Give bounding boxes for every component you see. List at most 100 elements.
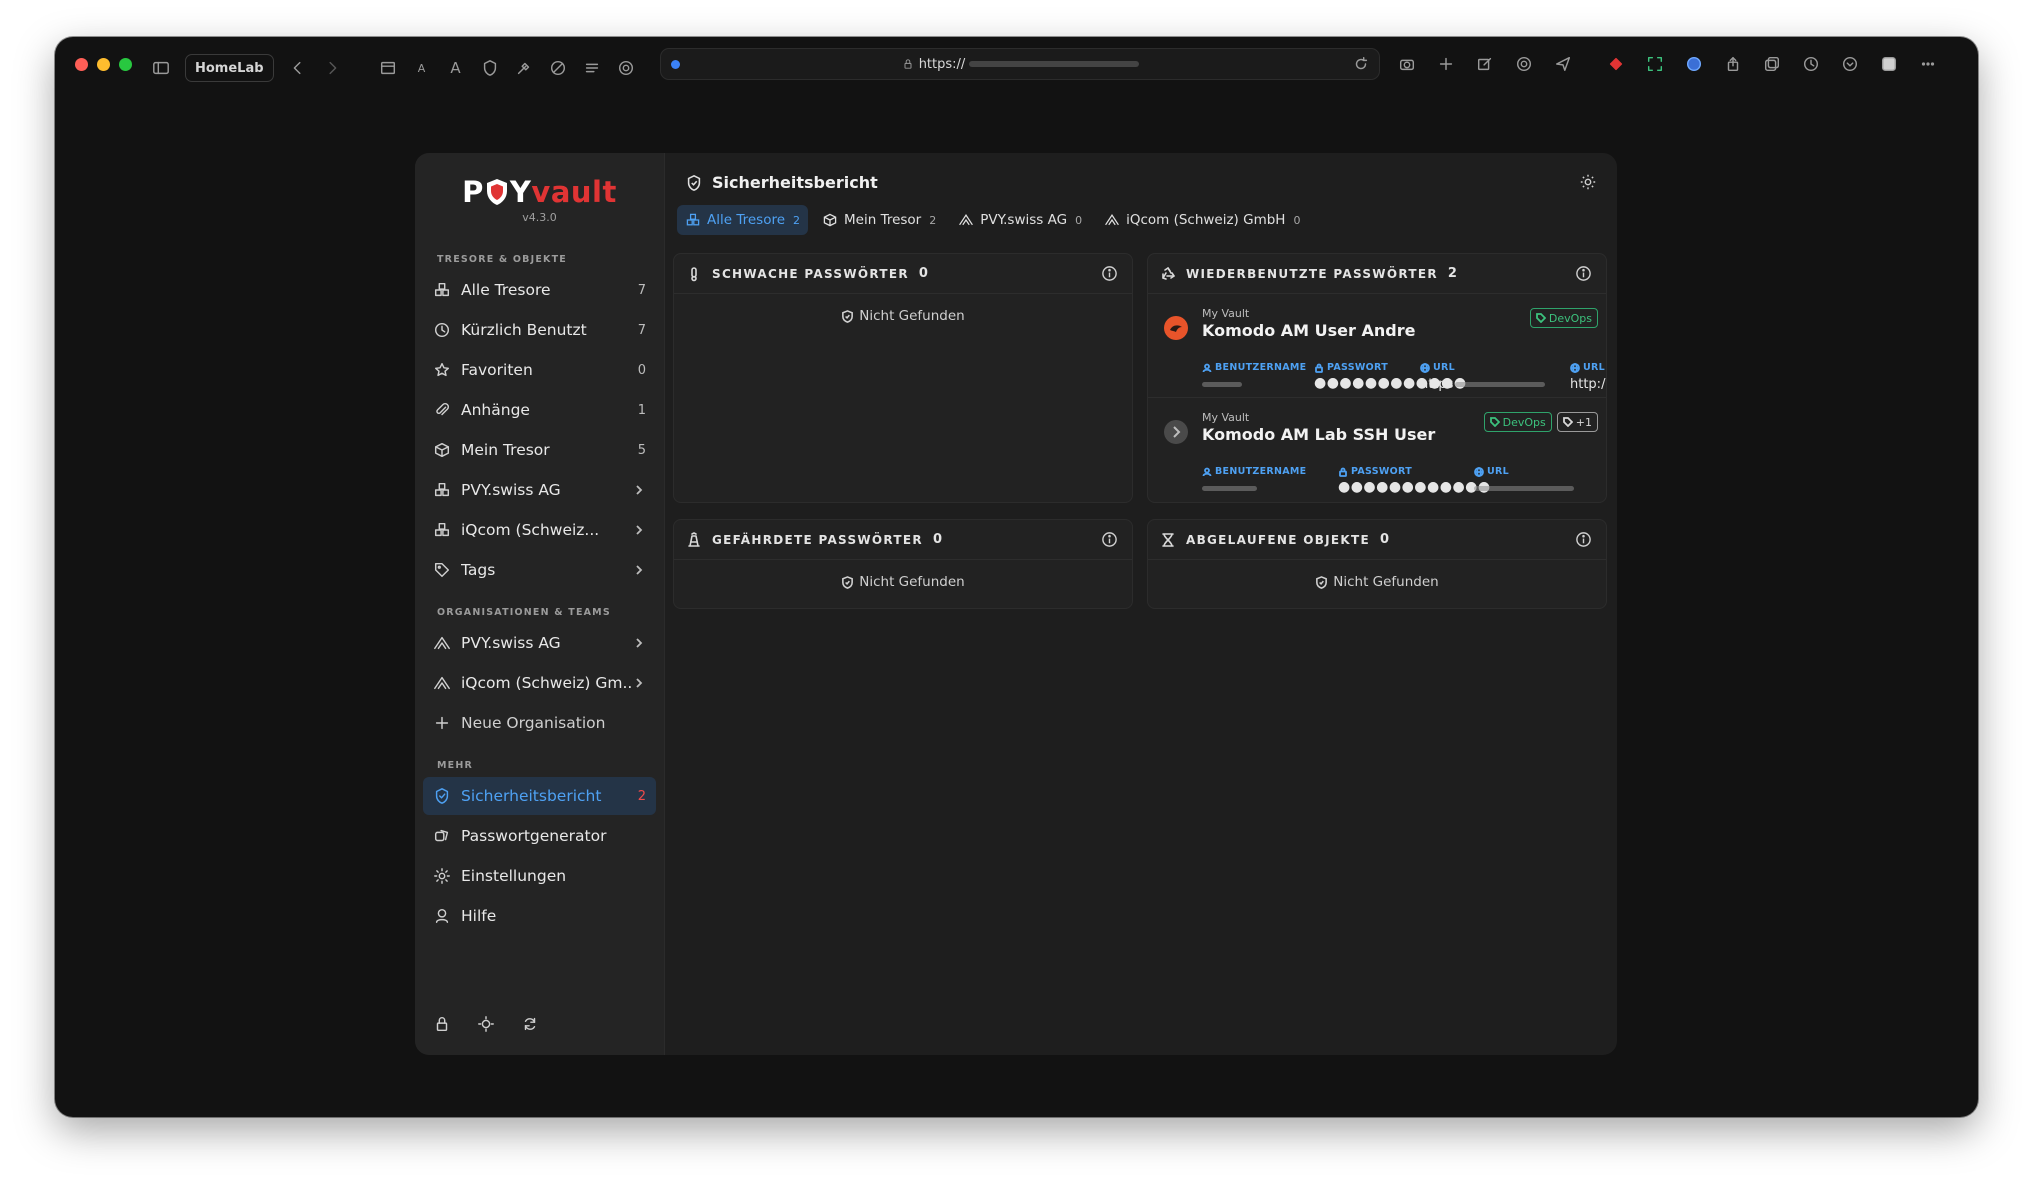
minimize-window-button[interactable]	[97, 57, 110, 71]
info-icon[interactable]	[1575, 265, 1592, 282]
profile-extension-icon[interactable]	[1879, 54, 1899, 74]
target-icon[interactable]	[616, 58, 636, 78]
sidebar-item-attachments[interactable]: Anhänge 1	[423, 391, 656, 429]
app-logo: P Y vault v4.3.0	[415, 153, 664, 224]
forward-icon[interactable]	[322, 58, 342, 78]
chevron-right-icon	[632, 483, 646, 497]
sidebar-item-security-report[interactable]: Sicherheitsbericht 2	[423, 777, 656, 815]
tab-my-vault[interactable]: Mein Tresor 2	[814, 205, 944, 235]
chevron-right-circle-icon	[1164, 420, 1188, 444]
block-icon[interactable]	[548, 58, 568, 78]
history-icon[interactable]	[1801, 54, 1821, 74]
tabs-icon[interactable]	[1762, 54, 1782, 74]
lock-vault-icon[interactable]	[433, 1015, 451, 1037]
list-item[interactable]: My Vault Komodo AM Lab SSH User DevOps +…	[1148, 398, 1606, 502]
sidebar-item-settings[interactable]: Einstellungen	[423, 857, 656, 895]
more-icon[interactable]	[1918, 54, 1938, 74]
report-settings-button[interactable]	[1579, 173, 1597, 195]
sidebar-item-all-vaults[interactable]: Alle Tresore 7	[423, 271, 656, 309]
sidebar-item-label: Einstellungen	[461, 867, 567, 885]
sidebar-item-pvy-vault[interactable]: PVY.swiss AG	[423, 471, 656, 509]
send-icon[interactable]	[1553, 54, 1573, 74]
info-icon[interactable]	[1575, 531, 1592, 548]
url-field[interactable]: URL https	[1420, 362, 1546, 392]
brush-icon[interactable]	[514, 58, 534, 78]
url-redacted	[969, 61, 1140, 67]
bitwarden-icon[interactable]	[1684, 54, 1704, 74]
field-label: BENUTZERNAME	[1202, 466, 1306, 477]
sidebar-item-help[interactable]: Hilfe	[423, 897, 656, 935]
sidebar-toggle-icon[interactable]	[151, 58, 171, 78]
tab-label: Alle Tresore	[707, 212, 786, 228]
reader-icon[interactable]	[378, 58, 398, 78]
empty-state: Nicht Gefunden	[1148, 574, 1606, 590]
plus-icon[interactable]	[1436, 54, 1456, 74]
vaults-icon	[686, 213, 700, 226]
lock-icon	[1315, 363, 1323, 373]
field-label-text: PASSWORT	[1327, 362, 1389, 373]
screenshot-icon[interactable]	[1645, 54, 1665, 74]
address-bar[interactable]: https://	[660, 48, 1380, 80]
tab-group-button[interactable]: HomeLab	[185, 54, 274, 82]
field-label-text: PASSWORT	[1351, 466, 1413, 477]
tab-pvy[interactable]: PVY.swiss AG 0	[950, 205, 1090, 235]
red-extension-icon[interactable]	[1606, 54, 1626, 74]
url-field[interactable]: URL	[1474, 466, 1574, 496]
download-icon[interactable]	[1840, 54, 1860, 74]
logo-letter-p: P	[462, 175, 484, 209]
username-field[interactable]: BENUTZERNAME	[1202, 466, 1306, 496]
sidebar-item-tags[interactable]: Tags	[423, 551, 656, 589]
field-label-text: URL	[1487, 466, 1509, 477]
camera-icon[interactable]	[1397, 54, 1417, 74]
sidebar-item-org-iqcom[interactable]: iQcom (Schweiz) Gm...	[423, 664, 656, 702]
tag-badge[interactable]: DevOps	[1483, 412, 1552, 432]
sidebar-item-password-generator[interactable]: Passwortgenerator	[423, 817, 656, 855]
list-item[interactable]: My Vault Komodo AM User Andre DevOps BEN…	[1148, 294, 1606, 398]
reload-icon[interactable]	[1351, 54, 1371, 74]
sidebar-item-label: Alle Tresore	[461, 281, 551, 299]
tag-label: DevOps	[1502, 415, 1546, 429]
tab-iqcom[interactable]: iQcom (Schweiz) GmbH 0	[1096, 205, 1308, 235]
text-smaller-icon[interactable]: A	[412, 58, 432, 78]
help-person-icon	[433, 907, 451, 925]
sidebar-item-favorites[interactable]: Favoriten 0	[423, 351, 656, 389]
back-icon[interactable]	[288, 58, 308, 78]
share-icon[interactable]	[1723, 54, 1743, 74]
gear-icon	[1580, 174, 1596, 190]
field-label-text: URL	[1583, 362, 1605, 373]
clock-icon	[433, 321, 451, 339]
site-favicon-icon	[671, 59, 680, 69]
edit-icon[interactable]	[1475, 54, 1495, 74]
sidebar-item-iqcom-vault[interactable]: iQcom (Schweiz...	[423, 511, 656, 549]
organization-icon	[433, 674, 451, 692]
shield-half-icon[interactable]	[480, 58, 500, 78]
url-field-2[interactable]: URL http:/	[1570, 362, 1605, 392]
card-count: 0	[1380, 532, 1390, 547]
user-icon	[1202, 363, 1212, 372]
tab-count: 2	[793, 213, 801, 227]
more-tags-badge[interactable]: +1	[1556, 412, 1598, 432]
tag-badge[interactable]: DevOps	[1529, 308, 1598, 328]
entry-title: Komodo AM Lab SSH User	[1202, 425, 1436, 444]
sidebar-item-new-org[interactable]: Neue Organisation	[423, 704, 656, 742]
tab-all-vaults[interactable]: Alle Tresore 2	[677, 205, 809, 235]
list-icon[interactable]	[582, 58, 602, 78]
theme-toggle-icon[interactable]	[477, 1015, 495, 1037]
sync-icon[interactable]	[521, 1015, 539, 1037]
sidebar-item-recent[interactable]: Kürzlich Benutzt 7	[423, 311, 656, 349]
sidebar-item-my-vault[interactable]: Mein Tresor 5	[423, 431, 656, 469]
password-field[interactable]: PASSWORT ●●●●●●●●●●●●	[1338, 466, 1491, 495]
text-larger-icon[interactable]: A	[446, 58, 466, 78]
sidebar-item-org-pvy[interactable]: PVY.swiss AG	[423, 624, 656, 662]
extension-gear-icon[interactable]	[1514, 54, 1534, 74]
box-icon	[433, 441, 451, 459]
card-title: SCHWACHE PASSWÖRTER	[712, 266, 909, 281]
field-label: URL	[1474, 466, 1574, 477]
shield-check-icon	[687, 174, 701, 191]
reused-passwords-card: WIEDERBENUTZTE PASSWÖRTER 2 My Vault Kom…	[1147, 253, 1607, 503]
info-icon[interactable]	[1101, 265, 1118, 282]
username-field[interactable]: BENUTZERNAME	[1202, 362, 1306, 392]
info-icon[interactable]	[1101, 531, 1118, 548]
zoom-window-button[interactable]	[119, 57, 132, 71]
close-window-button[interactable]	[75, 57, 88, 71]
